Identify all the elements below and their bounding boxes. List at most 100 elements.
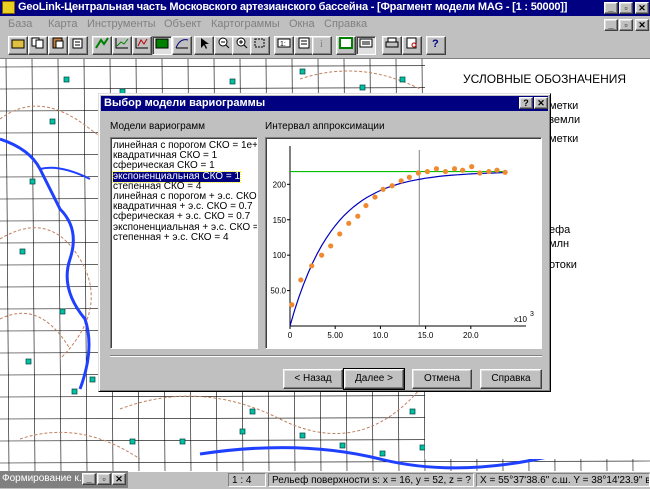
close-button[interactable]: ✕ xyxy=(635,2,649,14)
data-point xyxy=(319,252,325,258)
model-icon[interactable] xyxy=(152,36,172,55)
help-button[interactable]: Справка xyxy=(480,369,542,389)
list-icon[interactable] xyxy=(356,36,376,55)
help-icon[interactable]: ? xyxy=(426,36,446,55)
interval-label: Интервал аппроксимации xyxy=(265,121,385,132)
model-list[interactable]: линейная с порогом СКО = 1e+001квадратич… xyxy=(110,137,258,349)
menu-instruments[interactable]: Инструменты xyxy=(87,18,156,30)
open-icon[interactable] xyxy=(8,36,28,55)
cancel-button[interactable]: Отмена xyxy=(412,369,472,389)
maximize-button[interactable]: ▫ xyxy=(619,2,633,14)
menu-karta[interactable]: Карта xyxy=(48,18,77,30)
x-tick-label: 20.0 xyxy=(463,331,479,340)
data-point xyxy=(298,277,304,283)
menu-baza[interactable]: База xyxy=(8,18,32,30)
status-scale: 1 : 4 xyxy=(228,473,266,487)
copy-icon[interactable] xyxy=(28,36,48,55)
variogram-icon[interactable] xyxy=(172,36,192,55)
well-marker xyxy=(409,408,416,415)
x-tick-label: 5.00 xyxy=(327,331,343,340)
layer-icon[interactable] xyxy=(294,36,314,55)
zoom-in-icon[interactable] xyxy=(232,36,252,55)
well-marker xyxy=(299,432,306,439)
edit-icon[interactable] xyxy=(92,36,112,55)
well-marker xyxy=(19,248,26,255)
svg-text:i: i xyxy=(320,39,323,49)
well-marker xyxy=(379,450,386,457)
data-point xyxy=(451,166,458,172)
graph-icon[interactable] xyxy=(132,36,152,55)
menu-windows[interactable]: Окна xyxy=(289,18,315,30)
dialog-close-button[interactable]: ✕ xyxy=(534,97,548,109)
dialog-help-button[interactable]: ? xyxy=(519,97,533,109)
zoom-box-icon[interactable] xyxy=(250,36,270,55)
zoom-out-icon[interactable] xyxy=(214,36,234,55)
well-marker xyxy=(89,376,96,383)
back-button[interactable]: < Назад xyxy=(283,369,343,389)
preview-icon[interactable] xyxy=(402,36,422,55)
status-coords: X = 55°37'38.6" с.ш. Y = 38°14'23.9" в.д… xyxy=(476,473,650,487)
minimized-window-title: Формирование к... xyxy=(2,473,88,484)
data-point xyxy=(337,231,343,237)
legend-line: метки xyxy=(549,133,579,145)
map-line xyxy=(0,227,92,360)
variogram-plot[interactable]: 0 5.00 10.0 15.0 20.0 50.0 100 150 200 x10 3 xyxy=(265,137,542,349)
minimize-button[interactable]: _ xyxy=(604,2,618,14)
well-marker xyxy=(29,178,36,185)
map-line xyxy=(0,460,650,464)
y-tick-label: 100 xyxy=(273,251,287,260)
well-marker xyxy=(129,438,136,445)
model-list-item[interactable]: степенная + э.с. СКО = 4 xyxy=(113,232,229,243)
y-tick-label: 50.0 xyxy=(270,287,286,296)
variogram-chart[interactable]: 0 5.00 10.0 15.0 20.0 50.0 100 150 200 x103 xyxy=(266,138,541,348)
db-icon[interactable] xyxy=(68,36,88,55)
pointer-icon[interactable] xyxy=(194,36,214,55)
print-icon[interactable] xyxy=(382,36,402,55)
data-point xyxy=(424,168,431,175)
data-point xyxy=(363,202,369,209)
menu-help[interactable]: Справка xyxy=(324,18,367,30)
well-marker xyxy=(229,78,236,85)
doc-minimize-button[interactable]: _ xyxy=(604,19,618,31)
well-marker xyxy=(239,428,246,435)
next-button[interactable]: Далее > xyxy=(343,368,405,390)
data-point xyxy=(477,170,483,176)
well-marker xyxy=(299,68,306,75)
chart-icon[interactable] xyxy=(112,36,132,55)
data-point xyxy=(289,302,295,308)
well-marker xyxy=(339,442,346,449)
y-tick-label: 150 xyxy=(273,216,287,225)
data-point xyxy=(486,168,492,175)
data-point xyxy=(346,220,352,226)
menu-object[interactable]: Объект xyxy=(164,18,201,30)
x-multiplier-label: x10 xyxy=(514,315,527,324)
toolbar: 1: i ? xyxy=(0,34,650,59)
info-icon[interactable]: i xyxy=(312,36,332,55)
paste-icon[interactable] xyxy=(48,36,68,55)
well-marker xyxy=(25,358,32,365)
doc-restore-button[interactable]: ▫ xyxy=(619,19,633,31)
scale-icon[interactable]: 1: xyxy=(274,36,294,55)
minimized-window[interactable]: Формирование к... _ ▫ ✕ xyxy=(0,471,128,488)
task-restore-button[interactable]: ▫ xyxy=(97,473,111,485)
menu-cartograms[interactable]: Картограммы xyxy=(211,18,280,30)
menu-bar: База Карта Инструменты Объект Картограмм… xyxy=(0,16,650,34)
data-point xyxy=(460,167,466,173)
table-icon[interactable] xyxy=(336,36,356,55)
data-point xyxy=(389,183,395,189)
task-minimize-button[interactable]: _ xyxy=(82,473,96,485)
data-point xyxy=(433,166,440,172)
legend-title: УСЛОВНЫЕ ОБОЗНАЧЕНИЯ xyxy=(463,72,627,86)
map-line xyxy=(19,431,141,460)
task-close-button[interactable]: ✕ xyxy=(112,473,126,485)
legend-line: млн xyxy=(549,238,570,250)
model-list-item[interactable]: сферическая СКО = 1 xyxy=(113,161,215,171)
data-point xyxy=(442,168,449,175)
x-tick-label: 15.0 xyxy=(418,331,434,340)
model-list-item[interactable]: сферическая + э.с. СКО = 0.7 xyxy=(113,212,250,222)
data-point xyxy=(415,170,421,176)
well-marker xyxy=(359,84,366,91)
app-icon xyxy=(2,1,15,14)
well-marker xyxy=(179,438,186,445)
doc-close-button[interactable]: ✕ xyxy=(635,19,649,31)
